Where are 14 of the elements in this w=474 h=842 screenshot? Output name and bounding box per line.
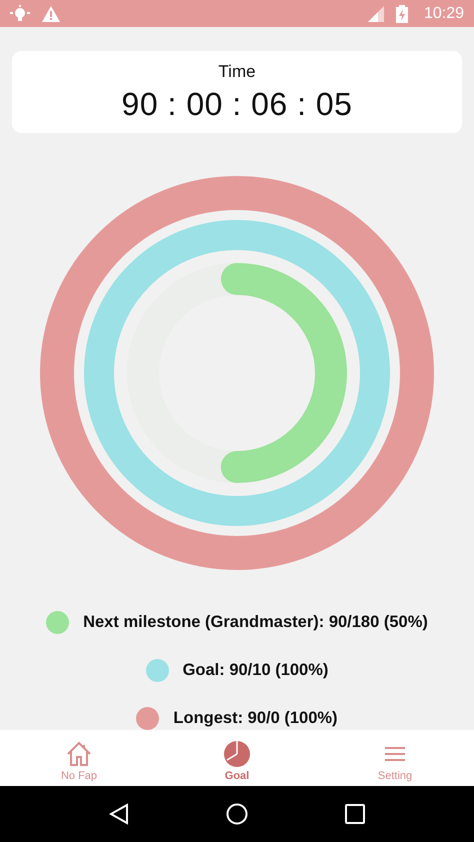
warning-icon: [42, 6, 60, 22]
home-icon: [226, 803, 248, 825]
recents-icon: [345, 804, 366, 824]
legend-text: Goal: 90/10 (100%): [182, 661, 328, 680]
back-icon: [108, 803, 129, 825]
home-icon: [65, 740, 93, 768]
clock: 10:29: [424, 4, 464, 22]
battery-icon: [396, 4, 408, 22]
lightbulb-icon: [10, 4, 30, 22]
timer-label: Time: [218, 62, 256, 82]
timer-value: 90 : 00 : 06 : 05: [122, 86, 352, 122]
legend-text: Longest: 90/0 (100%): [173, 709, 338, 728]
pie-chart-icon: [223, 740, 251, 768]
legend-text: Next milestone (Grandmaster): 90/180 (50%): [83, 613, 428, 632]
